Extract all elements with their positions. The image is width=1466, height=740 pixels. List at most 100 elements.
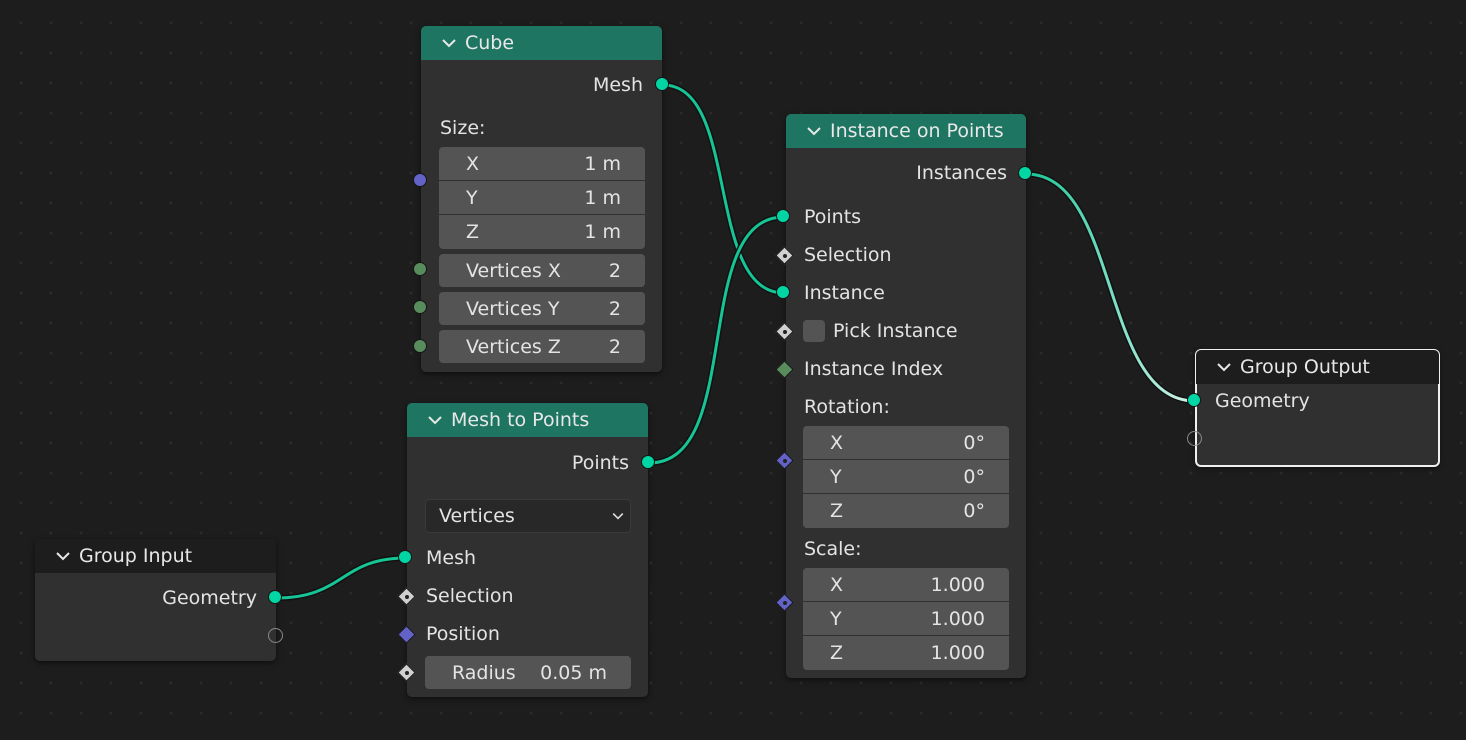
size-z-field[interactable]: Z 1 m: [439, 215, 645, 249]
axis-value: 1.000: [930, 642, 985, 664]
node-header[interactable]: Group Input: [35, 539, 276, 573]
input-points-label: Points: [804, 206, 862, 228]
axis-value: 1 m: [584, 152, 621, 175]
size-x-field[interactable]: X 1 m: [439, 147, 645, 180]
axis-value: 1.000: [930, 573, 985, 596]
field-value: 2: [608, 259, 621, 282]
node-title: Instance on Points: [830, 120, 1004, 142]
link-geometry-to-mesh[interactable]: [275, 555, 407, 601]
vertices-x-field[interactable]: Vertices X 2: [439, 254, 645, 287]
field-dot-icon: [783, 254, 787, 258]
input-geometry-label: Geometry: [1215, 390, 1310, 412]
node-header[interactable]: Instance on Points: [786, 114, 1026, 148]
iop-points-input-socket[interactable]: [776, 209, 790, 223]
link-points-to-instance-points[interactable]: [648, 214, 785, 466]
cube-size-input-socket[interactable]: [413, 173, 427, 187]
link-geometry-to-mesh-line[interactable]: [275, 556, 407, 600]
field-value: 2: [608, 297, 621, 320]
size-vector: X 1 m Y 1 m Z 1 m: [439, 147, 645, 249]
scale-z-field[interactable]: Z 1.000: [803, 636, 1009, 670]
node-cube[interactable]: Cube Mesh Size: X 1 m Y 1 m Z 1 m Vertic…: [421, 26, 662, 372]
field-dot-icon: [405, 595, 409, 599]
axis-label: X: [830, 431, 844, 454]
node-group-input[interactable]: Group Input Geometry: [35, 539, 276, 661]
scale-x-field[interactable]: X 1.000: [803, 568, 1009, 601]
axis-value: 1.000: [930, 607, 985, 630]
rotation-label: Rotation:: [804, 396, 890, 418]
field-label: Vertices Y: [466, 297, 560, 320]
axis-label: X: [466, 152, 480, 175]
axis-label: Z: [466, 221, 480, 243]
iop-instance-input-socket[interactable]: [776, 285, 790, 299]
input-position-label: Position: [426, 623, 500, 645]
group-input-geometry-socket[interactable]: [268, 590, 282, 604]
group-output-empty-socket[interactable]: [1187, 431, 1202, 446]
node-header[interactable]: Group Output: [1196, 350, 1439, 384]
axis-value: 1 m: [584, 186, 621, 209]
field-label: Radius: [452, 661, 516, 684]
group-input-empty-socket[interactable]: [268, 628, 283, 643]
pick-instance-label: Pick Instance: [833, 320, 958, 342]
axis-label: Y: [830, 465, 842, 488]
mtp-mesh-input-socket[interactable]: [398, 550, 412, 564]
vertices-y-field[interactable]: Vertices Y 2: [439, 292, 645, 325]
size-y-field[interactable]: Y 1 m: [439, 181, 645, 214]
rotation-y-field[interactable]: Y 0°: [803, 460, 1009, 493]
scale-label: Scale:: [804, 538, 862, 560]
field-dot-icon: [783, 459, 787, 463]
rotation-vector: X 0° Y 0° Z 0°: [803, 426, 1009, 528]
link-instances-to-output-line[interactable]: [1025, 172, 1196, 403]
mtp-points-output-socket[interactable]: [641, 455, 655, 469]
cube-mesh-output-socket[interactable]: [655, 77, 669, 91]
axis-value: 0°: [963, 431, 985, 454]
input-selection-label: Selection: [804, 244, 892, 266]
input-instance-label: Instance: [804, 282, 885, 304]
mode-dropdown[interactable]: Vertices: [425, 499, 631, 533]
axis-value: 1 m: [584, 221, 621, 243]
iop-instances-output-socket[interactable]: [1018, 166, 1032, 180]
output-points-label: Points: [571, 452, 629, 474]
axis-label: Y: [466, 186, 478, 209]
radius-field[interactable]: Radius 0.05 m: [425, 656, 631, 689]
chevron-down-icon[interactable]: [1214, 357, 1234, 377]
field-dot-icon: [783, 601, 787, 605]
chevron-down-icon[interactable]: [804, 121, 824, 141]
node-instance-on-points[interactable]: Instance on Points Instances Points Sele…: [786, 114, 1026, 678]
node-header[interactable]: Mesh to Points: [407, 403, 648, 437]
field-label: Vertices Z: [466, 335, 561, 358]
axis-label: Z: [830, 500, 844, 522]
rotation-x-field[interactable]: X 0°: [803, 426, 1009, 459]
node-group-output[interactable]: Group Output Geometry: [1195, 349, 1440, 467]
axis-value: 0°: [963, 465, 985, 488]
input-mesh-label: Mesh: [426, 547, 477, 569]
rotation-z-field[interactable]: Z 0°: [803, 494, 1009, 528]
field-value: 0.05 m: [540, 661, 607, 684]
link-cube-mesh-to-instance-line[interactable]: [662, 83, 785, 295]
node-mesh-to-points[interactable]: Mesh to Points Points Vertices Mesh Sele…: [407, 403, 648, 697]
field-dot-icon: [783, 330, 787, 334]
node-title: Cube: [465, 32, 515, 54]
cube-vertices-x-socket[interactable]: [413, 262, 427, 276]
group-output-geometry-socket[interactable]: [1187, 393, 1201, 407]
field-dot-icon: [405, 671, 409, 675]
chevron-down-icon[interactable]: [425, 410, 445, 430]
cube-vertices-y-socket[interactable]: [413, 300, 427, 314]
link-instances-to-output[interactable]: [1025, 171, 1196, 404]
axis-label: X: [830, 573, 844, 596]
node-editor-canvas[interactable]: Cube Mesh Size: X 1 m Y 1 m Z 1 m Vertic…: [0, 0, 1466, 740]
axis-label: Y: [830, 607, 842, 630]
link-cube-mesh-to-instance[interactable]: [662, 82, 785, 296]
cube-vertices-z-socket[interactable]: [413, 339, 427, 353]
node-header[interactable]: Cube: [421, 26, 662, 60]
chevron-down-icon[interactable]: [439, 33, 459, 53]
pick-instance-checkbox[interactable]: [803, 320, 825, 342]
scale-y-field[interactable]: Y 1.000: [803, 602, 1009, 635]
dropdown-value: Vertices: [439, 505, 515, 527]
output-geometry-label: Geometry: [162, 587, 257, 609]
chevron-down-icon[interactable]: [53, 546, 73, 566]
link-points-to-instance-points-line[interactable]: [648, 215, 785, 465]
node-title: Group Output: [1240, 356, 1370, 378]
field-value: 2: [608, 335, 621, 358]
size-label: Size:: [440, 117, 486, 139]
vertices-z-field[interactable]: Vertices Z 2: [439, 330, 645, 363]
